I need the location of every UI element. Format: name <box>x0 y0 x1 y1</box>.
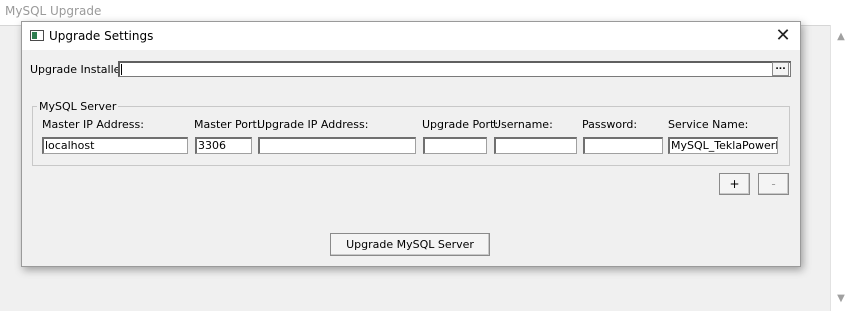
service-name-input[interactable]: MySQL_TeklaPowerFab <box>668 137 778 154</box>
browse-button[interactable]: ... <box>772 62 789 76</box>
text-caret <box>121 64 122 75</box>
background-window-title: MySQL Upgrade <box>5 4 102 18</box>
upgrade-mysql-server-button[interactable]: Upgrade MySQL Server <box>330 233 490 256</box>
app-window-icon <box>30 30 44 41</box>
master-port-input[interactable]: 3306 <box>195 137 252 154</box>
master-ip-label: Master IP Address: <box>42 118 144 131</box>
upgrade-port-input[interactable] <box>423 137 487 154</box>
mysql-server-groupbox <box>32 106 790 166</box>
installer-label: Upgrade Installer: <box>30 63 129 76</box>
scroll-up-icon[interactable]: ▲ <box>831 29 851 45</box>
close-icon[interactable]: ✕ <box>770 25 796 47</box>
upgrade-installer-input[interactable] <box>118 61 791 77</box>
password-label: Password: <box>582 118 638 131</box>
master-port-label: Master Port: <box>194 118 261 131</box>
password-input[interactable] <box>583 137 663 154</box>
service-name-label: Service Name: <box>668 118 749 131</box>
group-title: MySQL Server <box>37 100 119 113</box>
add-server-button[interactable]: + <box>719 173 750 195</box>
upgrade-ip-input[interactable] <box>258 137 416 154</box>
dialog-title: Upgrade Settings <box>49 29 154 43</box>
scroll-down-icon[interactable]: ▼ <box>831 291 851 307</box>
upgrade-ip-label: Upgrade IP Address: <box>257 118 369 131</box>
username-input[interactable] <box>494 137 577 154</box>
username-label: Username: <box>493 118 553 131</box>
master-ip-input[interactable]: localhost <box>42 137 188 154</box>
upgrade-settings-dialog: Upgrade Settings ✕ Upgrade Installer: ..… <box>21 21 801 267</box>
upgrade-port-label: Upgrade Port: <box>422 118 499 131</box>
vertical-scrollbar[interactable]: ▲ ▼ <box>830 25 851 311</box>
remove-server-button[interactable]: - <box>758 173 789 195</box>
dialog-titlebar[interactable]: Upgrade Settings ✕ <box>22 22 800 50</box>
